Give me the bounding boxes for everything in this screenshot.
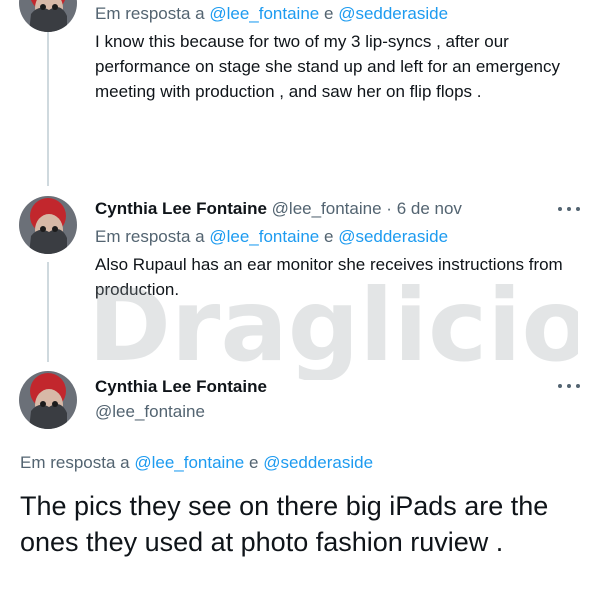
user-handle[interactable]: @lee_fontaine	[95, 402, 205, 422]
tweet-text: Also Rupaul has an ear monitor she recei…	[95, 255, 563, 299]
reply-conjunction: e	[248, 453, 259, 472]
user-handle-text[interactable]: @lee_fontaine	[95, 402, 205, 421]
display-name[interactable]: Cynthia Lee Fontaine	[95, 199, 267, 218]
tweet-date[interactable]: 6 de nov	[397, 199, 462, 218]
reply-conjunction: e	[323, 227, 334, 246]
reply-prefix: Em resposta a	[95, 227, 205, 246]
mention-link[interactable]: @lee_fontaine	[134, 453, 244, 472]
mention-link[interactable]: @sedderaside	[338, 4, 448, 23]
tweet-text: The pics they see on there big iPads are…	[20, 491, 549, 557]
avatar-image	[19, 371, 77, 429]
avatar[interactable]	[19, 0, 77, 32]
tweet-header: Cynthia Lee Fontaine @lee_fontaine · 6 d…	[95, 199, 462, 219]
avatar-image	[19, 196, 77, 254]
avatar[interactable]	[19, 196, 77, 254]
reply-prefix: Em resposta a	[20, 453, 130, 472]
reply-conjunction: e	[323, 4, 334, 23]
more-horizontal-icon[interactable]	[558, 382, 580, 390]
more-horizontal-icon[interactable]	[558, 205, 580, 213]
mention-link[interactable]: @sedderaside	[263, 453, 373, 472]
display-name-text[interactable]: Cynthia Lee Fontaine	[95, 377, 267, 396]
mention-link[interactable]: @lee_fontaine	[209, 227, 319, 246]
tweet-text: I know this because for two of my 3 lip-…	[95, 32, 560, 101]
mention-link[interactable]: @lee_fontaine	[209, 4, 319, 23]
reply-to-line: Em resposta a @lee_fontaine e @sedderasi…	[95, 4, 448, 24]
reply-to-line: Em resposta a @lee_fontaine e @sedderasi…	[20, 453, 373, 473]
avatar-image	[19, 0, 77, 32]
reply-to-line: Em resposta a @lee_fontaine e @sedderasi…	[95, 227, 448, 247]
thread-line-middle	[47, 262, 49, 362]
separator-dot: ·	[386, 199, 392, 218]
display-name[interactable]: Cynthia Lee Fontaine	[95, 377, 267, 397]
mention-link[interactable]: @sedderaside	[338, 227, 448, 246]
avatar[interactable]	[19, 371, 77, 429]
reply-prefix: Em resposta a	[95, 4, 205, 23]
user-handle[interactable]: @lee_fontaine	[272, 199, 382, 218]
